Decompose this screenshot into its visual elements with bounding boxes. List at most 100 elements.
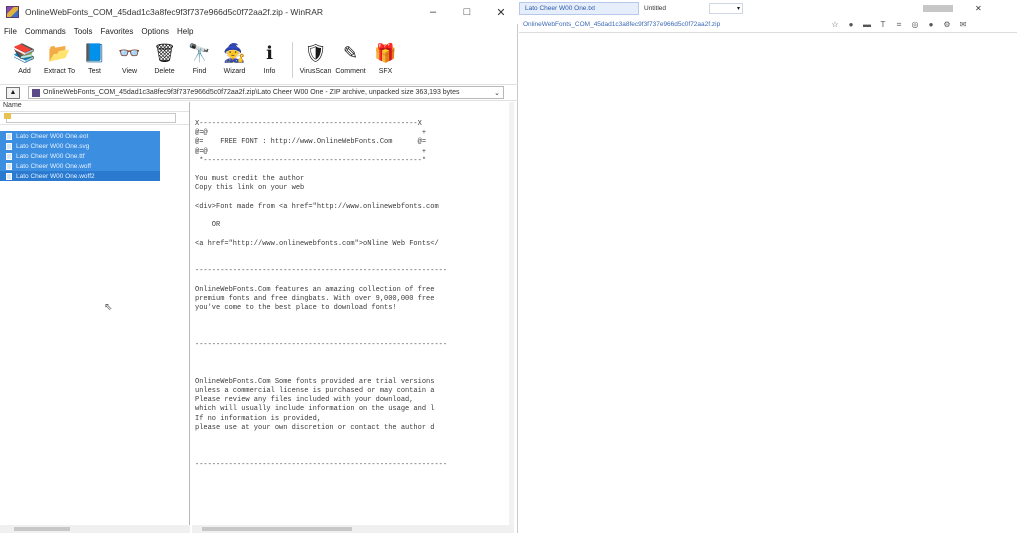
sfx-button[interactable]: 🎁 SFX <box>369 40 402 76</box>
virusscan-icon: 🛡 <box>304 42 327 63</box>
winrar-window: OnlineWebFonts_COM_45dad1c3a8fec9f3f737e… <box>0 0 518 533</box>
tab-untitled[interactable]: Untitled <box>639 2 699 15</box>
record-icon[interactable]: ● <box>847 20 855 29</box>
file-name: Lato Cheer W00 One.woff <box>16 162 92 170</box>
scrollbar-thumb[interactable] <box>202 527 352 531</box>
file-name: Lato Cheer W00 One.woff2 <box>16 172 95 180</box>
archive-icon <box>32 88 40 97</box>
progress-indicator <box>923 5 953 12</box>
virusscan-button[interactable]: 🛡 VirusScan <box>299 40 332 76</box>
test-button[interactable]: 📘 Test <box>78 40 111 76</box>
view-icon: 👓 <box>118 42 141 63</box>
file-icon <box>6 132 12 140</box>
close-button[interactable]: ✕ <box>484 0 518 24</box>
mail-icon[interactable]: ✉ <box>959 20 967 29</box>
tool-label: Extract To <box>44 68 75 75</box>
wizard-button[interactable]: 🧙 Wizard <box>218 40 251 76</box>
archive-path-field[interactable]: OnlineWebFonts_COM_45dad1c3a8fec9f3f737e… <box>28 86 504 99</box>
list-item[interactable]: Lato Cheer W00 One.woff2 <box>0 171 160 181</box>
mouse-cursor-icon: ⇖ <box>104 302 113 313</box>
find-icon: 🔭 <box>188 42 211 63</box>
tool-label: View <box>121 68 138 75</box>
file-icon <box>6 152 12 160</box>
tool-label: Add <box>18 68 31 75</box>
file-list: Lato Cheer W00 One.eot Lato Cheer W00 On… <box>0 131 160 181</box>
toolbar: 📚 Add 📂 Extract To 📘 Test 👓 View 🗑 Delet… <box>0 38 518 84</box>
folder-up-icon[interactable] <box>4 113 11 119</box>
gear-icon[interactable]: ⚙ <box>943 20 951 29</box>
name-column-header[interactable]: Name <box>0 102 189 112</box>
star-icon[interactable]: ☆ <box>831 20 839 29</box>
editor-window: Lato Cheer W00 One.txt Untitled ▾ ✕ Onli… <box>519 0 1017 533</box>
tool-label: Test <box>88 68 101 75</box>
file-name: Lato Cheer W00 One.ttf <box>16 152 85 160</box>
file-icon <box>6 172 12 180</box>
grid-icon[interactable]: ⌗ <box>895 20 903 29</box>
menu-bar: File Commands Tools Favorites Options He… <box>0 24 518 38</box>
toolbar-separator <box>292 42 293 78</box>
archive-path: OnlineWebFonts_COM_45dad1c3a8fec9f3f737e… <box>43 89 460 96</box>
view-button[interactable]: 👓 View <box>113 40 146 76</box>
filter-row <box>0 112 189 125</box>
extract-to-button[interactable]: 📂 Extract To <box>43 40 76 76</box>
info-icon: ℹ <box>266 42 273 63</box>
tool-label: Delete <box>154 68 175 75</box>
editor-toolbar: OnlineWebFonts_COM_45dad1c3a8fec9f3f737e… <box>519 17 1017 33</box>
menu-tools[interactable]: Tools <box>74 27 93 36</box>
menu-commands[interactable]: Commands <box>25 27 66 36</box>
preview-text: X---------------------------------------… <box>195 120 448 469</box>
delete-button[interactable]: 🗑 Delete <box>148 40 181 76</box>
up-one-level-button[interactable]: ▲ <box>6 86 20 99</box>
dot-icon[interactable]: ● <box>927 20 935 29</box>
menu-help[interactable]: Help <box>177 27 193 36</box>
winrar-app-icon <box>6 6 19 18</box>
menu-favorites[interactable]: Favorites <box>100 27 133 36</box>
preview-horizontal-scrollbar[interactable] <box>192 525 514 533</box>
tool-label: Info <box>263 68 276 75</box>
text-icon[interactable]: T <box>879 20 887 29</box>
file-name: Lato Cheer W00 One.eot <box>16 132 89 140</box>
delete-icon: 🗑 <box>153 42 176 63</box>
title-bar: OnlineWebFonts_COM_45dad1c3a8fec9f3f737e… <box>0 0 518 24</box>
file-name: Lato Cheer W00 One.svg <box>16 142 90 150</box>
wizard-icon: 🧙 <box>223 42 246 63</box>
test-icon: 📘 <box>83 42 106 63</box>
list-item[interactable]: Lato Cheer W00 One.ttf <box>0 151 160 161</box>
tool-label: SFX <box>378 68 393 75</box>
menu-file[interactable]: File <box>4 27 17 36</box>
tool-label: Wizard <box>223 68 246 75</box>
window-controls: – □ ✕ <box>416 0 518 24</box>
editor-tab-bar: Lato Cheer W00 One.txt Untitled ▾ ✕ <box>519 0 1017 17</box>
address-bar: ▲ OnlineWebFonts_COM_45dad1c3a8fec9f3f73… <box>0 84 518 101</box>
scrollbar-thumb[interactable] <box>14 527 70 531</box>
add-button[interactable]: 📚 Add <box>8 40 41 76</box>
comment-icon: ✎ <box>342 42 359 63</box>
close-button[interactable]: ✕ <box>975 4 982 13</box>
editor-body[interactable] <box>519 34 1017 533</box>
target-icon[interactable]: ◎ <box>911 20 919 29</box>
list-item[interactable]: Lato Cheer W00 One.woff <box>0 161 160 171</box>
minimize-button[interactable]: – <box>416 0 450 24</box>
maximize-button[interactable]: □ <box>450 0 484 24</box>
tool-label: Comment <box>335 68 366 75</box>
filter-input[interactable] <box>6 113 176 123</box>
chevron-down-icon[interactable]: ▾ <box>709 3 743 14</box>
comment-button[interactable]: ✎ Comment <box>334 40 367 76</box>
extract-icon: 📂 <box>48 42 71 63</box>
tab-active-document[interactable]: Lato Cheer W00 One.txt <box>519 2 639 15</box>
find-button[interactable]: 🔭 Find <box>183 40 216 76</box>
add-archive-icon: 📚 <box>13 42 36 63</box>
file-list-pane: Name Lato Cheer W00 One.eot Lato Cheer W… <box>0 102 190 533</box>
file-preview-pane: X---------------------------------------… <box>192 102 514 533</box>
list-item[interactable]: Lato Cheer W00 One.eot <box>0 131 160 141</box>
vertical-scrollbar[interactable] <box>509 102 514 533</box>
info-button[interactable]: ℹ Info <box>253 40 286 76</box>
horizontal-scrollbar[interactable] <box>0 525 190 533</box>
menu-options[interactable]: Options <box>141 27 169 36</box>
file-icon <box>6 142 12 150</box>
chevron-down-icon[interactable]: ⌄ <box>494 89 500 97</box>
file-path: OnlineWebFonts_COM_45dad1c3a8fec9f3f737e… <box>523 21 721 28</box>
window-title: OnlineWebFonts_COM_45dad1c3a8fec9f3f737e… <box>25 7 323 17</box>
minus-icon[interactable]: ▬ <box>863 20 871 29</box>
list-item[interactable]: Lato Cheer W00 One.svg <box>0 141 160 151</box>
